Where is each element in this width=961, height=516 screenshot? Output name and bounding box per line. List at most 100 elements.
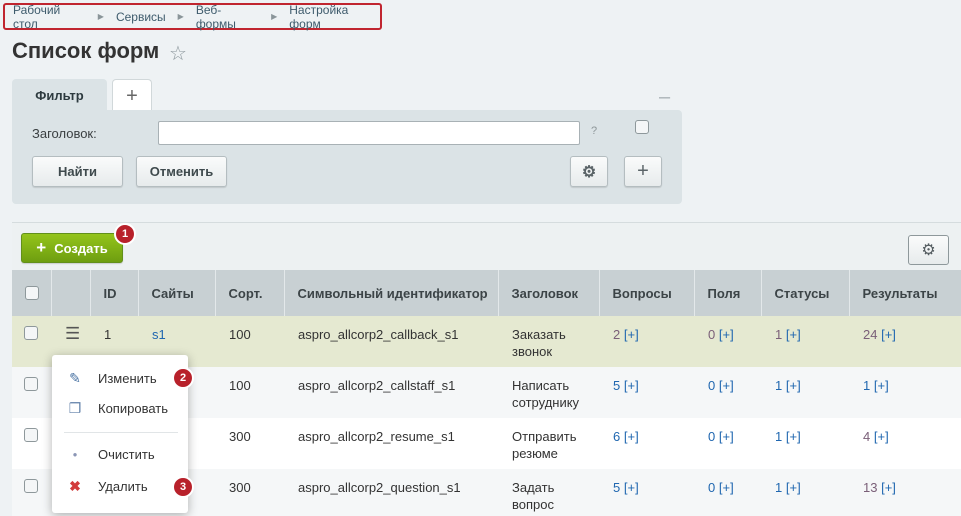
- add-field-link[interactable]: [+]: [719, 378, 734, 393]
- row-checkbox[interactable]: [24, 326, 38, 340]
- column-header-id[interactable]: ID: [89, 270, 138, 316]
- row-select-cell: [12, 469, 51, 516]
- menu-item-clear[interactable]: ● Очистить: [52, 441, 188, 467]
- statuses-count[interactable]: 1: [775, 327, 782, 342]
- delete-icon: ✖: [69, 477, 81, 494]
- questions-count[interactable]: 5: [613, 378, 620, 393]
- cell-sort: 100: [229, 327, 251, 342]
- dot-icon: ●: [72, 449, 78, 459]
- star-icon[interactable]: ☆: [169, 41, 187, 66]
- add-question-link[interactable]: [+]: [624, 378, 639, 393]
- add-result-link[interactable]: [+]: [874, 429, 889, 444]
- collapse-icon[interactable]: –: [659, 86, 670, 109]
- column-header-questions[interactable]: Вопросы: [598, 270, 694, 316]
- column-header-fields[interactable]: Поля: [693, 270, 761, 316]
- cell-questions: 5 [+]: [599, 469, 694, 516]
- tab-filter[interactable]: Фильтр: [12, 79, 107, 112]
- breadcrumb: Рабочий стол ▶ Сервисы ▶ Веб-формы ▶ Нас…: [3, 3, 382, 31]
- add-question-link[interactable]: [+]: [624, 480, 639, 495]
- add-filter-tab-button[interactable]: +: [112, 79, 152, 112]
- column-header-sort[interactable]: Сорт.: [214, 270, 284, 316]
- copy-icon: ❐: [68, 399, 82, 416]
- add-field-link[interactable]: [+]: [719, 429, 734, 444]
- column-header-sites[interactable]: Сайты: [137, 270, 215, 316]
- column-header-results[interactable]: Результаты: [848, 270, 961, 316]
- statuses-count[interactable]: 1: [775, 378, 782, 393]
- cell-statuses: 1 [+]: [761, 316, 849, 367]
- statuses-count[interactable]: 1: [775, 429, 782, 444]
- add-result-link[interactable]: [+]: [881, 327, 896, 342]
- questions-count[interactable]: 6: [613, 429, 620, 444]
- menu-item-label: Очистить: [98, 446, 155, 462]
- cell-fields: 0 [+]: [694, 367, 761, 418]
- row-select-cell: [12, 316, 51, 367]
- step-badge-1: 1: [114, 223, 136, 245]
- filter-panel: Заголовок: ? Найти Отменить ⚙ +: [12, 110, 682, 204]
- results-count[interactable]: 24: [863, 327, 877, 342]
- breadcrumb-item-services[interactable]: Сервисы: [116, 10, 166, 24]
- cell-fields: 0 [+]: [694, 418, 761, 469]
- add-status-link[interactable]: [+]: [786, 429, 801, 444]
- fields-count[interactable]: 0: [708, 429, 715, 444]
- step-badge-3: 3: [172, 476, 194, 498]
- results-count[interactable]: 1: [863, 378, 870, 393]
- add-question-link[interactable]: [+]: [624, 429, 639, 444]
- cell-fields: 0 [+]: [694, 469, 761, 516]
- chevron-right-icon: ▶: [177, 12, 184, 21]
- filter-checkbox[interactable]: [635, 120, 649, 134]
- help-icon[interactable]: ?: [591, 125, 597, 137]
- find-button[interactable]: Найти: [32, 156, 123, 187]
- cell-statuses: 1 [+]: [761, 367, 849, 418]
- title-filter-input[interactable]: [158, 121, 580, 145]
- filter-settings-button[interactable]: ⚙: [570, 156, 608, 187]
- chevron-right-icon: ▶: [97, 12, 104, 21]
- row-checkbox[interactable]: [24, 428, 38, 442]
- results-count[interactable]: 13: [863, 480, 877, 495]
- menu-item-edit[interactable]: ✎ Изменить: [52, 365, 188, 391]
- menu-icon[interactable]: ☰: [65, 325, 80, 342]
- table-header: ID Сайты Сорт. Символьный идентификатор …: [12, 270, 961, 316]
- breadcrumb-item-webforms[interactable]: Веб-формы: [196, 3, 259, 31]
- add-status-link[interactable]: [+]: [786, 327, 801, 342]
- cell-title: Отправить резюме: [512, 429, 577, 461]
- add-result-link[interactable]: [+]: [874, 378, 889, 393]
- cell-results: 1 [+]: [849, 367, 961, 418]
- list-settings-button[interactable]: ⚙: [908, 235, 949, 265]
- add-status-link[interactable]: [+]: [786, 480, 801, 495]
- add-field-link[interactable]: [+]: [719, 327, 734, 342]
- select-all-checkbox[interactable]: [25, 285, 39, 300]
- menu-item-delete[interactable]: ✖ Удалить: [52, 473, 188, 499]
- cancel-button[interactable]: Отменить: [136, 156, 227, 187]
- fields-count[interactable]: 0: [708, 327, 715, 342]
- add-result-link[interactable]: [+]: [881, 480, 896, 495]
- create-button[interactable]: + Создать: [21, 233, 123, 263]
- row-checkbox[interactable]: [24, 479, 38, 493]
- site-link[interactable]: s1: [152, 327, 166, 342]
- breadcrumb-item-desktop[interactable]: Рабочий стол: [13, 3, 86, 31]
- add-field-link[interactable]: [+]: [719, 480, 734, 495]
- add-status-link[interactable]: [+]: [786, 378, 801, 393]
- results-count[interactable]: 4: [863, 429, 870, 444]
- menu-divider: [64, 432, 178, 433]
- fields-count[interactable]: 0: [708, 378, 715, 393]
- menu-item-copy[interactable]: ❐ Копировать: [52, 395, 188, 421]
- actions-header: [50, 270, 90, 316]
- statuses-count[interactable]: 1: [775, 480, 782, 495]
- row-checkbox[interactable]: [24, 377, 38, 391]
- column-header-statuses[interactable]: Статусы: [760, 270, 849, 316]
- add-filter-field-button[interactable]: +: [624, 156, 662, 187]
- row-select-cell: [12, 418, 51, 469]
- questions-count[interactable]: 2: [613, 327, 620, 342]
- fields-count[interactable]: 0: [708, 480, 715, 495]
- add-question-link[interactable]: [+]: [624, 327, 639, 342]
- create-label: Создать: [54, 240, 108, 256]
- row-actions-menu: ✎ Изменить ❐ Копировать ● Очистить ✖ Уда…: [52, 355, 188, 513]
- cell-sort: 100: [229, 378, 251, 393]
- breadcrumb-item-form-settings[interactable]: Настройка форм: [289, 3, 380, 31]
- column-header-title[interactable]: Заголовок: [497, 270, 599, 316]
- menu-item-label: Копировать: [98, 400, 168, 416]
- column-header-code[interactable]: Символьный идентификатор: [283, 270, 498, 316]
- toolbar: + Создать ⚙: [12, 222, 961, 270]
- cell-code: aspro_allcorp2_callstaff_s1: [298, 378, 456, 393]
- questions-count[interactable]: 5: [613, 480, 620, 495]
